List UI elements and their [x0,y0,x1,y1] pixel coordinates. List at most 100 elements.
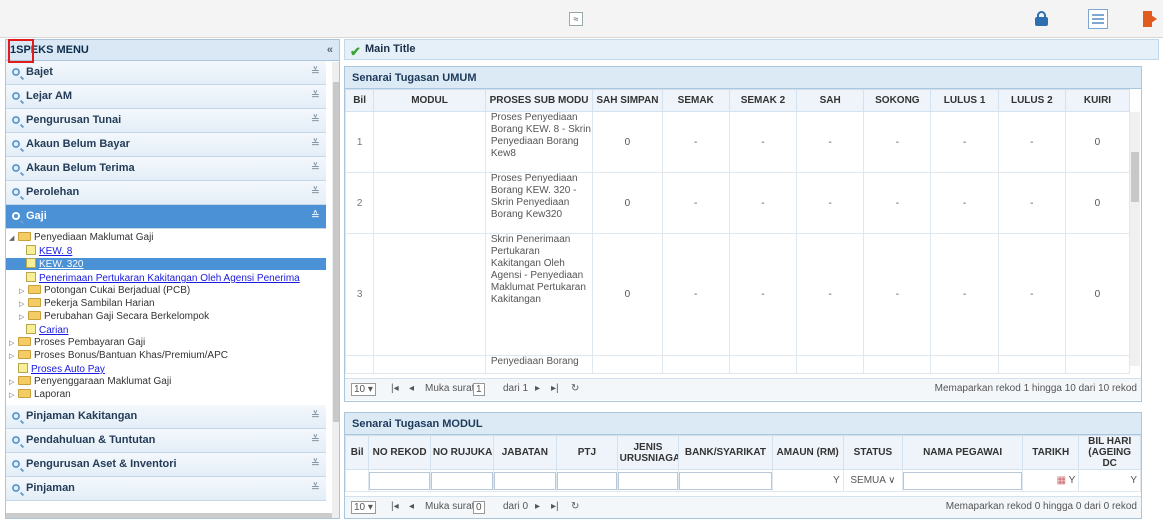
sidebar-item-akaun-belum-terima[interactable]: Akaun Belum Terima ≚ [6,157,326,181]
tree-node-kew8[interactable]: KEW. 8 [26,245,72,257]
sidebar-item-lejar-am[interactable]: Lejar AM ≚ [6,85,326,109]
tree-node-sambilan[interactable]: ▷ Pekerja Sambilan Harian [19,298,155,309]
tree-node-penerimaan[interactable]: Penerimaan Pertukaran Kakitangan Oleh Ag… [26,272,300,284]
chevron-down-icon[interactable]: ≚ [311,429,320,452]
last-page-icon[interactable]: ▸| [551,501,559,512]
page-size-select[interactable]: 10 ▾ [351,383,376,396]
umum-scrollbar[interactable] [1130,112,1140,366]
cell-kuiri[interactable]: 0 [1064,233,1131,356]
cell-sah-simpan[interactable] [592,355,663,374]
filter-funnel-icon[interactable]: Y [833,475,840,486]
col-sokong[interactable]: SOKONG [863,89,932,112]
cell-kuiri[interactable]: 0 [1064,172,1131,234]
cell-proses[interactable]: Penyediaan Borang [484,355,594,374]
tree-link[interactable]: Carian [39,325,68,336]
refresh-icon[interactable]: ↻ [571,501,579,512]
sidebar-item-pendahuluan[interactable]: Pendahuluan & Tuntutan ≚ [6,429,326,453]
tree-node-penyenggaraan[interactable]: ▷ Penyenggaraan Maklumat Gaji [9,376,171,387]
chevron-down-icon[interactable]: ≚ [311,61,320,84]
filter-bank[interactable] [678,469,773,492]
first-page-icon[interactable]: |◂ [391,383,399,394]
page-input[interactable]: 1 [473,383,485,396]
calendar-icon[interactable]: ▦ [1057,475,1066,486]
col-modul[interactable]: MODUL [373,89,486,112]
col-bil[interactable]: Bil [345,89,375,112]
prev-page-icon[interactable]: ◂ [409,501,414,512]
filter-ptj[interactable] [556,469,618,492]
col-proses[interactable]: PROSES SUB MODU [484,89,594,112]
table-row[interactable]: 3 Skrin Penerimaan Pertukaran Kakitangan … [345,233,1131,356]
next-page-icon[interactable]: ▸ [535,383,540,394]
chevron-down-icon[interactable]: ≚ [311,109,320,132]
filter-no-rekod[interactable] [368,469,431,492]
filter-jabatan[interactable] [492,469,558,492]
chevron-down-icon[interactable]: ≚ [311,85,320,108]
cell-kuiri[interactable]: 0 [1064,111,1131,173]
col-lulus2[interactable]: LULUS 2 [997,89,1066,112]
table-row[interactable]: 1 Proses Penyediaan Borang KEW. 8 - Skrin… [345,111,1131,173]
filter-no-rujukan[interactable] [429,469,494,492]
filter-funnel-icon[interactable]: Y [1069,475,1076,486]
col-kuiri[interactable]: KUIRI [1064,89,1131,112]
filter-tarikh[interactable]: ▦ Y [1022,469,1080,492]
expand-right-icon[interactable]: ▷ [9,338,18,349]
tree-node-laporan[interactable]: ▷ Laporan [9,389,71,400]
refresh-icon[interactable]: ↻ [571,383,579,394]
col-semak[interactable]: SEMAK [661,89,730,112]
first-page-icon[interactable]: |◂ [391,501,399,512]
col-jenis-urusniaga[interactable]: JENIS URUSNIAGA [616,435,680,470]
chevron-down-icon[interactable]: ≚ [311,477,320,500]
sidebar-hscrollbar[interactable] [6,513,332,518]
chevron-down-icon[interactable]: ≚ [311,453,320,476]
sidebar-item-pinjaman[interactable]: Pinjaman ≚ [6,477,326,501]
tree-node-carian[interactable]: Carian [26,324,68,336]
cell-sah-simpan[interactable]: 0 [592,172,663,234]
sidebar-scrollbar[interactable] [332,62,339,518]
tree-link[interactable]: Proses Auto Pay [31,364,105,375]
cell-proses[interactable]: Skrin Penerimaan Pertukaran Kakitangan O… [484,233,594,356]
sidebar-item-perolehan[interactable]: Perolehan ≚ [6,181,326,205]
cell-proses[interactable]: Proses Penyediaan Borang KEW. 320 - Skri… [484,172,594,234]
sidebar-item-pinjaman-kakitangan[interactable]: Pinjaman Kakitangan ≚ [6,405,326,429]
tree-node-pembayaran[interactable]: ▷ Proses Pembayaran Gaji [9,337,145,348]
expand-right-icon[interactable]: ▷ [9,351,18,362]
expand-right-icon[interactable]: ▷ [19,286,28,297]
logout-icon[interactable] [1140,9,1160,29]
col-ptj[interactable]: PTJ [556,435,618,470]
table-row[interactable]: 2 Proses Penyediaan Borang KEW. 320 - Skr… [345,172,1131,234]
col-tarikh[interactable]: TARIKH [1022,435,1080,470]
last-page-icon[interactable]: ▸| [551,383,559,394]
col-bil-hari[interactable]: BIL HARI (AGEING DC [1078,435,1141,470]
expand-right-icon[interactable]: ▷ [19,312,28,323]
col-no-rujukan[interactable]: NO RUJUKAN [429,435,494,470]
lock-icon[interactable] [1032,9,1052,29]
tree-node-autopay[interactable]: Proses Auto Pay [18,363,105,375]
page-size-select[interactable]: 10 ▾ [351,501,376,514]
sidebar-item-pengurusan-tunai[interactable]: Pengurusan Tunai ≚ [6,109,326,133]
sidebar-item-bajet[interactable]: Bajet ≚ [6,61,326,85]
status-select[interactable]: SEMUA ∨ [842,469,904,492]
tree-link[interactable]: Penerimaan Pertukaran Kakitangan Oleh Ag… [39,273,300,284]
expand-right-icon[interactable]: ▷ [9,377,18,388]
col-status[interactable]: STATUS [842,435,904,470]
table-row[interactable]: Penyediaan Borang [345,355,1131,374]
chevron-down-icon[interactable]: ≚ [311,157,320,180]
cell-kuiri[interactable] [1064,355,1131,374]
filter-funnel-icon[interactable]: Y [1130,475,1137,486]
tree-link[interactable]: KEW. 320 [39,259,83,270]
cell-proses[interactable]: Proses Penyediaan Borang KEW. 8 - Skrin … [484,111,594,173]
col-lulus1[interactable]: LULUS 1 [930,89,999,112]
filter-nama[interactable] [902,469,1024,492]
next-page-icon[interactable]: ▸ [535,501,540,512]
tree-node-pcb[interactable]: ▷ Potongan Cukai Berjadual (PCB) [19,285,190,296]
tree-node-kew320[interactable]: KEW. 320 [6,258,326,270]
cell-sah-simpan[interactable]: 0 [592,233,663,356]
col-semak2[interactable]: SEMAK 2 [728,89,798,112]
col-sah[interactable]: SAH [796,89,865,112]
filter-bil-hari[interactable]: Y [1078,469,1141,492]
list-view-icon[interactable] [1088,9,1108,29]
chevron-up-icon[interactable]: ≙ [311,205,320,228]
page-input[interactable]: 0 [473,501,485,514]
col-no-rekod[interactable]: NO REKOD [368,435,431,470]
prev-page-icon[interactable]: ◂ [409,383,414,394]
